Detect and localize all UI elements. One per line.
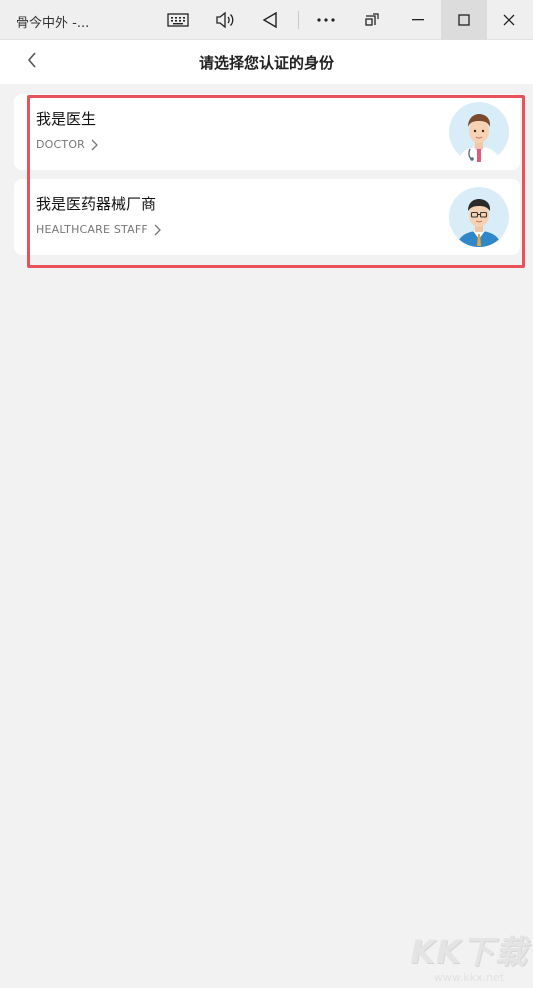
watermark-brand: KK下载 [410,933,528,971]
back-triangle-icon[interactable] [250,0,290,40]
keyboard-icon[interactable] [158,0,198,40]
option-subtitle: HEALTHCARE STAFF [36,223,148,236]
staff-avatar-icon [448,186,510,248]
watermark: KK下载 www.kkx.net [409,927,529,984]
navigation-bar: 请选择您认证的身份 [0,40,533,84]
doctor-avatar-icon [448,101,510,163]
chevron-right-icon [91,139,98,151]
option-title: 我是医药器械厂商 [36,195,157,213]
close-icon[interactable] [489,0,529,40]
window-titlebar: 骨今中外 -... [0,0,533,40]
more-icon[interactable] [306,0,346,40]
volume-icon[interactable] [205,0,245,40]
option-title: 我是医生 [36,110,97,128]
page-title: 请选择您认证的身份 [198,54,334,72]
snap-icon[interactable] [352,0,392,40]
option-subtitle-row: HEALTHCARE STAFF [36,223,161,236]
option-subtitle-row: DOCTOR [36,138,98,151]
staff-option-card[interactable]: 我是医药器械厂商 HEALTHCARE STAFF [14,179,520,255]
maximize-icon[interactable] [441,0,487,40]
option-subtitle: DOCTOR [36,138,86,151]
doctor-option-card[interactable]: 我是医生 DOCTOR [14,94,520,170]
chevron-right-icon [154,224,161,236]
titlebar-separator [298,11,299,29]
minimize-icon[interactable] [398,0,438,40]
app-title: 骨今中外 -... [16,16,90,31]
